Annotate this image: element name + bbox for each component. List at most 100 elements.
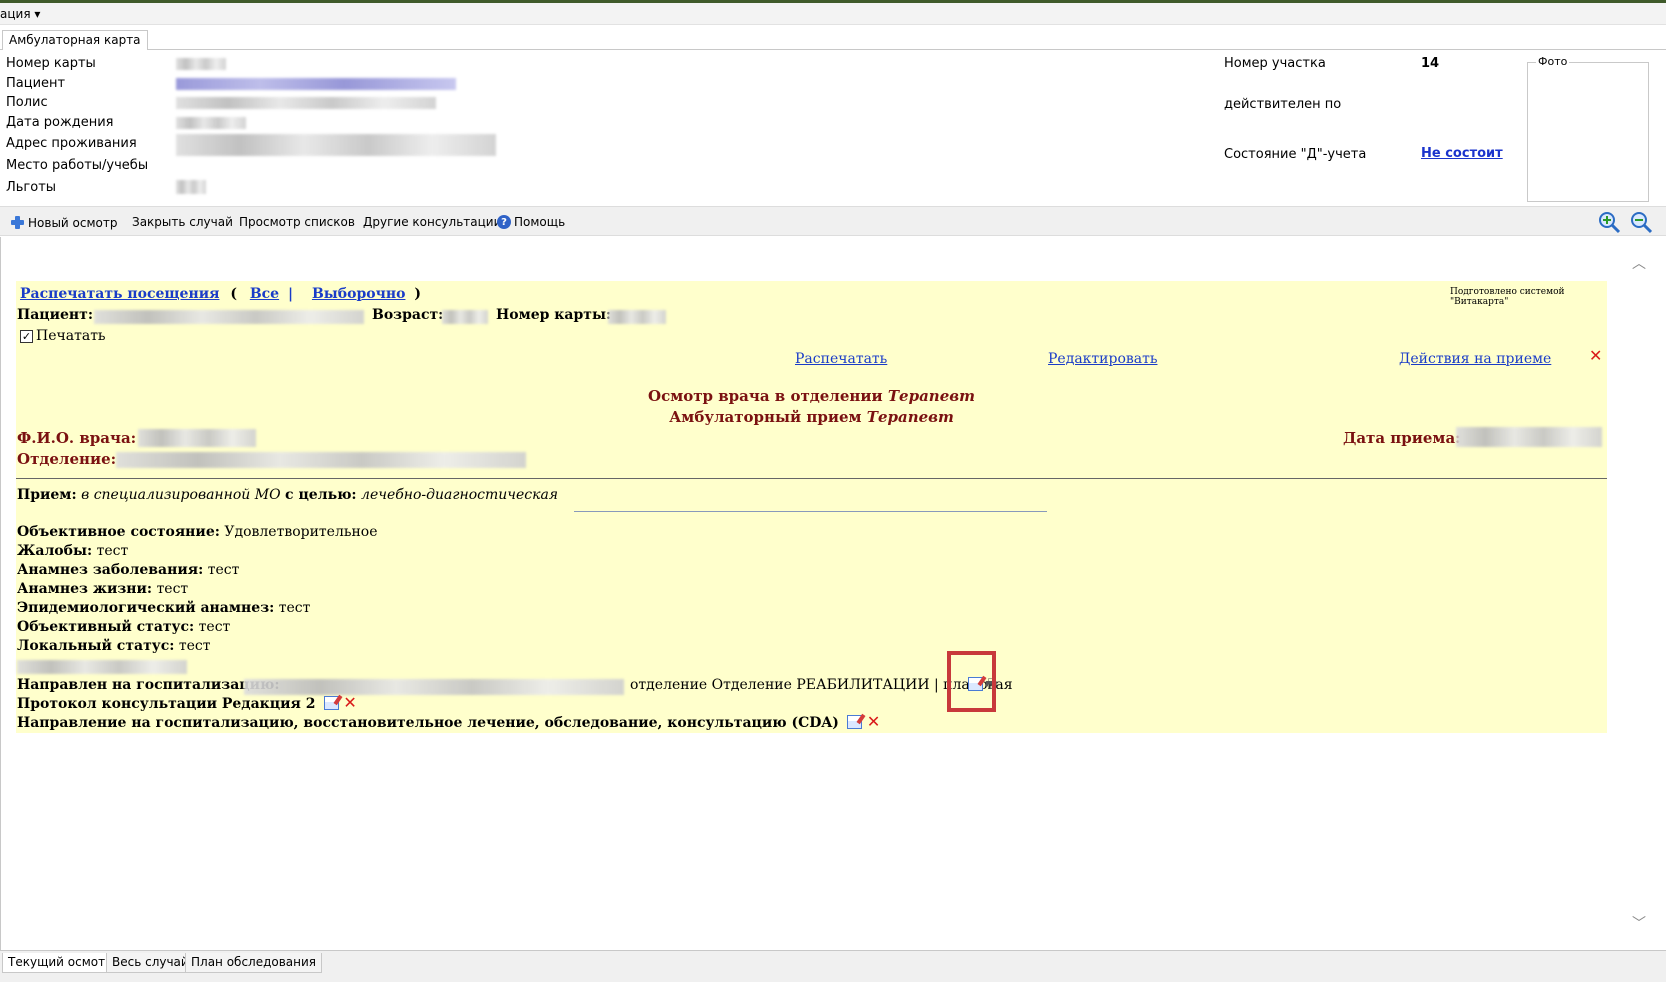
redacted-line	[17, 660, 187, 674]
main-tabstrip: Амбулаторная карта	[0, 28, 1666, 50]
edit-protocol-icon[interactable]	[323, 696, 339, 710]
photo-label: Фото	[1536, 55, 1570, 68]
help-label: Помощь	[514, 215, 566, 229]
field-objective-status: Объективный статус: тест	[17, 619, 231, 635]
card-number-label: Номер карты	[6, 56, 96, 71]
patient-name-value-redacted	[176, 78, 456, 90]
print-checkbox-row: ✓ Печатать	[20, 328, 106, 344]
policy-value-redacted	[176, 97, 436, 109]
print-checkbox-label: Печатать	[36, 328, 106, 344]
new-exam-label: Новый осмотр	[28, 215, 118, 230]
patient-label: Пациент	[6, 76, 66, 91]
tab-whole-case[interactable]: Весь случай	[106, 953, 195, 973]
age-label: Возраст:	[372, 307, 444, 323]
protocol-row: Протокол консультации Редакция 2 ✕	[17, 693, 357, 713]
address-value-redacted	[176, 134, 496, 156]
valid-until-label: действителен по	[1224, 97, 1342, 112]
reception-actions-link[interactable]: Действия на приеме	[1399, 351, 1551, 367]
new-exam-button[interactable]: Новый осмотр	[10, 215, 117, 230]
edit-link[interactable]: Редактировать	[1048, 351, 1157, 367]
view-lists-label: Просмотр списков	[239, 215, 355, 229]
paren-close: )	[414, 286, 421, 302]
edit-referral-icon[interactable]	[847, 715, 863, 729]
doctor-name-redacted	[138, 429, 256, 447]
doc-card-redacted	[608, 310, 666, 324]
help-button[interactable]: ? Помощь	[497, 215, 565, 229]
close-case-label: Закрыть случай	[132, 215, 233, 229]
field-objective-state: Объективное состояние: Удовлетворительно…	[17, 524, 378, 540]
tab-current-exam[interactable]: Текущий осмотр	[2, 953, 119, 973]
reception-underline	[574, 511, 1047, 512]
menubar: ация ▾	[0, 3, 1666, 25]
district-label: Номер участка	[1224, 56, 1326, 71]
doc-patient-redacted	[94, 310, 364, 324]
close-case-button[interactable]: Закрыть случай	[132, 215, 233, 229]
workplace-label: Место работы/учебы	[6, 158, 149, 173]
other-consultations-button[interactable]: Другие консультации	[363, 215, 501, 229]
exam-fields: Объективное состояние: Удовлетворительно…	[17, 523, 378, 656]
d-status-link[interactable]: Не состоит	[1421, 146, 1503, 161]
bottom-tabstrip: Текущий осмотр Весь случай План обследов…	[0, 950, 1666, 982]
district-value: 14	[1421, 56, 1440, 71]
exam-document: Распечатать посещения ( Все | Выборочно …	[16, 281, 1607, 733]
hospitalization-row: Направлен на госпитализацию:	[17, 677, 280, 693]
exam-title-line1: Осмотр врача в отделении Терапевт	[648, 387, 975, 405]
hospitalization-label: Направлен на госпитализацию:	[17, 677, 280, 693]
birth-date-value-redacted	[176, 117, 246, 129]
vertical-scrollbar[interactable]: ︿ ﹀	[1624, 245, 1660, 945]
help-icon: ?	[497, 215, 511, 229]
scroll-up-icon[interactable]: ︿	[1632, 257, 1646, 271]
patient-header: Номер карты Пациент Полис Дата рождения …	[0, 50, 1666, 206]
reception-date-redacted	[1456, 427, 1602, 447]
menu-item-navigation[interactable]: ация ▾	[0, 7, 40, 21]
print-selective-link[interactable]: Выборочно	[312, 286, 406, 302]
tab-exam-plan[interactable]: План обследования	[185, 953, 323, 973]
field-life-anamnesis: Анамнез жизни: тест	[17, 581, 189, 597]
benefits-value-redacted	[176, 180, 206, 194]
department-label: Отделение:	[17, 450, 117, 468]
benefits-label: Льготы	[6, 180, 57, 195]
print-checkbox[interactable]: ✓	[20, 329, 33, 343]
photo-frame	[1527, 62, 1649, 202]
patient-row-label: Пациент:	[17, 307, 94, 323]
referral-row: Направление на госпитализацию, восстанов…	[17, 712, 880, 732]
tab-ambulatory-card[interactable]: Амбулаторная карта	[2, 30, 148, 50]
print-visits-row: Распечатать посещения ( Все | Выборочно …	[20, 286, 421, 302]
delete-referral-icon[interactable]: ✕	[867, 712, 880, 731]
exam-title-line2: Амбулаторный прием Терапевт	[669, 408, 954, 426]
plus-icon	[10, 215, 25, 230]
reception-row: Прием: в специализированной МО с целью: …	[17, 487, 559, 503]
system-note: Подготовлено системой "Витакарта"	[1450, 287, 1565, 307]
zoom-out-icon[interactable]	[1629, 210, 1653, 234]
field-complaints: Жалобы: тест	[17, 543, 129, 559]
section-divider	[16, 478, 1607, 479]
doc-card-label: Номер карты:	[496, 307, 612, 323]
field-local-status: Локальный статус: тест	[17, 638, 211, 654]
birth-date-label: Дата рождения	[6, 115, 114, 130]
d-status-label: Состояние "Д"-учета	[1224, 147, 1367, 162]
card-number-value-redacted	[176, 58, 226, 70]
reception-date-label: Дата приема:	[1343, 429, 1461, 447]
highlight-annotation	[947, 651, 996, 712]
scroll-down-icon[interactable]: ﹀	[1632, 917, 1646, 931]
protocol-label: Протокол консультации Редакция 2	[17, 696, 316, 712]
separator: |	[287, 286, 294, 302]
field-disease-anamnesis: Анамнез заболевания: тест	[17, 562, 240, 578]
print-visits-link[interactable]: Распечатать посещения	[20, 286, 219, 302]
field-epidemiological-anamnesis: Эпидемиологический анамнез: тест	[17, 600, 311, 616]
hospitalization-target-redacted	[244, 679, 624, 695]
age-redacted	[442, 310, 488, 324]
print-all-link[interactable]: Все	[250, 286, 279, 302]
delete-protocol-icon[interactable]: ✕	[343, 693, 356, 712]
referral-label: Направление на госпитализацию, восстанов…	[17, 715, 839, 731]
print-link[interactable]: Распечатать	[795, 351, 887, 367]
department-redacted	[116, 452, 526, 468]
zoom-in-icon[interactable]	[1597, 210, 1621, 234]
address-label: Адрес проживания	[6, 136, 137, 151]
view-lists-button[interactable]: Просмотр списков	[239, 215, 355, 229]
toolbar: Новый осмотр Закрыть случай Просмотр спи…	[0, 206, 1666, 236]
doctor-label: Ф.И.О. врача:	[17, 429, 137, 447]
policy-label: Полис	[6, 95, 48, 110]
other-consultations-label: Другие консультации	[363, 215, 502, 229]
delete-exam-icon[interactable]: ✕	[1589, 348, 1602, 364]
